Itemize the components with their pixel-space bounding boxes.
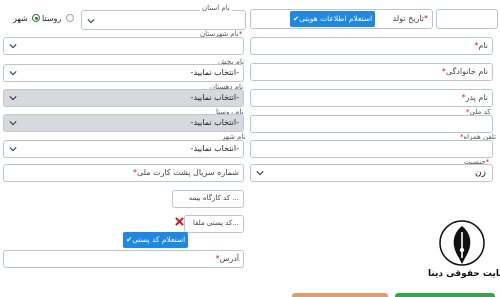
first-name-input[interactable]: *نام — [250, 37, 493, 55]
gender-value: زن — [475, 168, 486, 178]
watermark-text: سایت حقوقی دینا — [428, 269, 500, 279]
chevron-down-icon — [87, 19, 95, 24]
county-select[interactable] — [3, 37, 244, 55]
chevron-down-icon — [9, 121, 17, 126]
rural-district-value: -انتخاب نمایید- — [190, 93, 239, 102]
chevron-down-icon — [9, 147, 17, 152]
identity-inquiry-button[interactable]: ✔استعلام اطلاعات هویتی — [290, 11, 376, 27]
city-select[interactable]: -انتخاب نمایید- — [3, 140, 244, 158]
chevron-down-icon — [256, 171, 264, 176]
card-serial-placeholder: *شماره سریال پشت کارت ملی — [132, 168, 239, 177]
first-name-placeholder: *نام — [474, 41, 488, 50]
province-label: نام استان — [200, 4, 232, 12]
birthdate-field[interactable] — [436, 9, 498, 29]
chevron-down-icon — [9, 71, 17, 76]
city-value: -انتخاب نمایید- — [190, 144, 239, 153]
rural-district-select[interactable]: -انتخاب نمایید- — [3, 89, 244, 107]
close-icon[interactable] — [175, 217, 184, 226]
watermark: سایت حقوقی دینا — [426, 220, 500, 290]
last-name-placeholder: *نام خانوادگی — [441, 67, 488, 76]
postal-code-input[interactable]: کد پستی ملقا... — [184, 215, 244, 233]
district-value: -انتخاب نمایید- — [190, 68, 239, 77]
bottom-green-button[interactable] — [395, 293, 495, 297]
province-select[interactable] — [81, 10, 246, 30]
birthdate-label: تاریخ تولد* — [392, 14, 428, 23]
quill-logo-icon — [439, 220, 485, 266]
father-name-placeholder: *نام پدر — [461, 93, 488, 102]
gender-select[interactable]: زن — [250, 164, 493, 182]
settlement-city-label: شهر — [13, 14, 28, 23]
bottom-orange-button[interactable] — [292, 293, 388, 297]
insurance-code-placeholder: کد کارگاه بیمه ... — [188, 194, 239, 202]
village-value: -انتخاب نمایید- — [190, 118, 239, 127]
father-name-input[interactable]: *نام پدر — [250, 89, 493, 107]
settlement-village-label: روستا — [42, 14, 62, 23]
insurance-code-input[interactable]: کد کارگاه بیمه ... — [172, 190, 244, 208]
district-select[interactable]: -انتخاب نمایید- — [3, 64, 244, 82]
mobile-input[interactable] — [250, 140, 493, 158]
village-select[interactable]: -انتخاب نمایید- — [3, 114, 244, 132]
settlement-village-radio[interactable] — [66, 14, 74, 22]
card-serial-input[interactable]: *شماره سریال پشت کارت ملی — [3, 164, 244, 182]
chevron-down-icon — [9, 96, 17, 101]
address-placeholder: *آدرس — [215, 254, 239, 263]
chevron-down-icon — [9, 44, 17, 49]
address-input[interactable]: *آدرس — [3, 250, 244, 268]
settlement-city-radio[interactable] — [32, 14, 40, 22]
last-name-input[interactable]: *نام خانوادگی — [250, 63, 493, 81]
postal-inquiry-button[interactable]: ✔استعلام کد پستی — [123, 232, 189, 248]
birthdate-input[interactable]: تاریخ تولد* ✔استعلام اطلاعات هویتی — [250, 9, 433, 29]
postal-code-placeholder: کد پستی ملقا... — [192, 219, 239, 227]
national-code-input[interactable] — [250, 115, 493, 133]
